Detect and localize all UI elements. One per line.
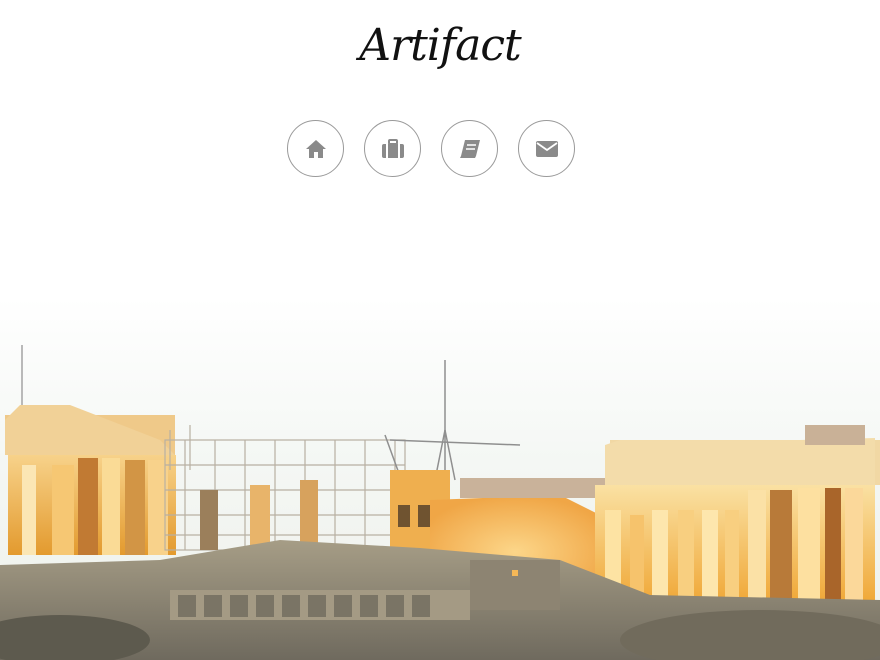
site-logo[interactable]: Artifact — [0, 14, 880, 78]
envelope-icon — [535, 140, 559, 158]
nav-contact-button[interactable] — [518, 120, 575, 177]
main-nav — [287, 120, 575, 177]
nav-home-button[interactable] — [287, 120, 344, 177]
page: Artifact — [0, 0, 880, 660]
parthenon — [595, 425, 880, 600]
left-temple — [5, 405, 176, 555]
hero-image — [0, 0, 880, 660]
briefcase-icon — [381, 138, 405, 159]
book-icon — [459, 139, 481, 159]
home-icon — [305, 139, 327, 159]
nav-blog-button[interactable] — [441, 120, 498, 177]
nav-portfolio-button[interactable] — [364, 120, 421, 177]
